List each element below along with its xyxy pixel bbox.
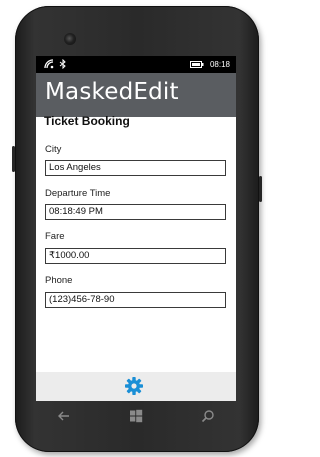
phone-field[interactable]: (123)456-78-90 [45, 292, 226, 308]
clock: 08:18 [209, 60, 230, 69]
battery-icon [189, 61, 204, 68]
volume-button [12, 146, 15, 172]
signal-icon [44, 59, 54, 69]
fare-label: Fare [45, 231, 65, 242]
hardware-nav-bar [36, 402, 236, 430]
bluetooth-icon [59, 59, 66, 69]
start-button[interactable] [128, 408, 144, 424]
power-button [259, 176, 262, 202]
departure-time-field[interactable]: 08:18:49 PM [45, 204, 226, 220]
phone-label: Phone [45, 275, 73, 286]
windows-logo-icon [130, 409, 143, 423]
back-button[interactable] [56, 408, 72, 424]
front-camera [64, 33, 76, 45]
app-title: MaskedEdit [45, 79, 179, 105]
settings-button[interactable] [123, 375, 145, 397]
city-label: City [45, 144, 62, 155]
gear-icon [125, 377, 143, 395]
page-title: Ticket Booking [44, 114, 130, 128]
app-title-bar: MaskedEdit [36, 73, 236, 117]
search-icon [201, 410, 214, 423]
city-field[interactable]: Los Angeles [45, 160, 226, 176]
phone-screen: 08:18 MaskedEdit Ticket Booking City Los… [36, 56, 236, 401]
departure-time-label: Departure Time [45, 188, 111, 199]
back-arrow-icon [58, 411, 69, 421]
status-bar: 08:18 [36, 56, 236, 73]
search-button[interactable] [200, 408, 216, 424]
app-bar [36, 372, 236, 401]
fare-field[interactable]: ₹1000.00 [45, 248, 226, 264]
